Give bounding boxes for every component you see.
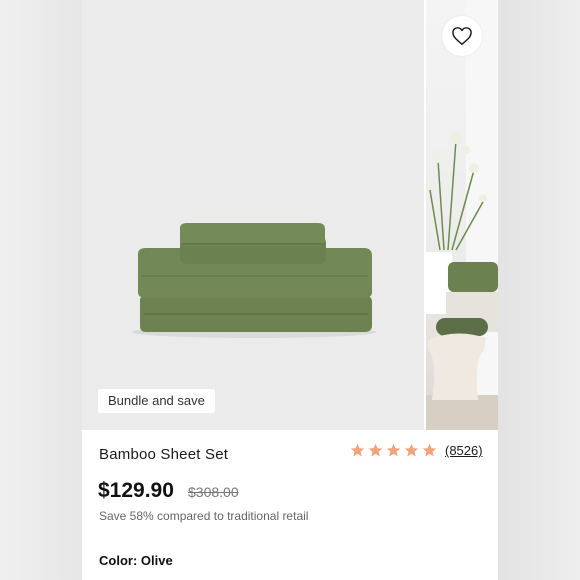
review-count-link[interactable]: (8526) [445,443,483,458]
product-rating[interactable]: (8526) [350,443,483,458]
page-background-right [498,0,580,580]
product-card: Bundle and save Bamboo Sheet Set (8526) … [82,0,498,580]
star-icon [404,443,419,457]
original-price: $308.00 [188,484,239,500]
savings-text: Save 58% compared to traditional retail [99,509,309,523]
sale-price: $129.90 [98,479,174,502]
product-image-secondary[interactable] [426,0,498,430]
bundle-badge: Bundle and save [98,389,215,413]
heart-outline-icon [452,27,472,45]
star-icon [368,443,383,457]
color-label: Color: Olive [99,553,173,568]
bedroom-scene-illustration [426,0,498,430]
product-image-main[interactable]: Bundle and save [82,0,424,430]
star-icon [350,443,365,457]
star-icon [422,443,437,457]
page-background-left [0,0,82,580]
product-title[interactable]: Bamboo Sheet Set [99,446,228,463]
star-rating [350,443,437,458]
star-icon [386,443,401,457]
wishlist-button[interactable] [442,16,482,56]
folded-sheets-illustration [132,223,376,338]
